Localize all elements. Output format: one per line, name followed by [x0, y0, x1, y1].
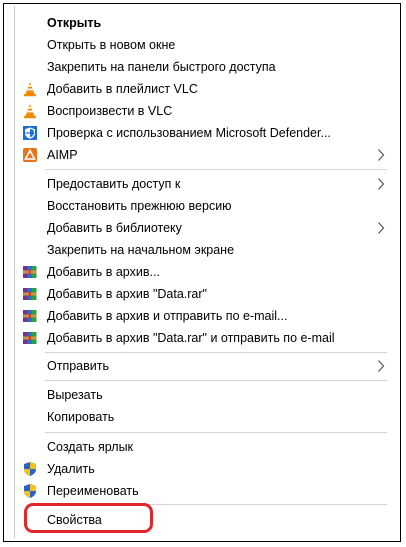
menu-item-label: Добавить в архив "Data.rar" и отправить … — [47, 331, 335, 345]
menu-item-pin-start[interactable]: Закрепить на начальном экране — [15, 239, 393, 261]
menu-item-pin-quick-access[interactable]: Закрепить на панели быстрого доступа — [15, 56, 393, 78]
context-menu: Открыть Открыть в новом окне Закрепить н… — [14, 6, 394, 538]
menu-item-rename[interactable]: Переименовать — [15, 480, 393, 502]
menu-separator — [45, 352, 387, 353]
menu-item-label: Добавить в архив и отправить по e-mail..… — [47, 309, 288, 323]
menu-item-label: Отправить — [47, 359, 109, 373]
menu-item-label: Добавить в библиотеку — [47, 221, 182, 235]
menu-item-label: Открыть — [47, 16, 102, 30]
menu-item-create-shortcut[interactable]: Создать ярлык — [15, 436, 393, 458]
menu-separator — [45, 432, 387, 433]
menu-item-label: Копировать — [47, 410, 115, 424]
winrar-books-icon — [23, 310, 37, 322]
menu-item-label: Удалить — [47, 462, 95, 476]
menu-item-add-to-library[interactable]: Добавить в библиотеку — [15, 217, 393, 239]
menu-item-label: Закрепить на начальном экране — [47, 243, 235, 257]
menu-item-add-archive-named[interactable]: Добавить в архив "Data.rar" — [15, 283, 393, 305]
chevron-right-icon — [377, 148, 385, 162]
uac-shield-icon — [24, 462, 36, 476]
menu-item-label: Добавить в архив "Data.rar" — [47, 287, 207, 301]
menu-item-label: Переименовать — [47, 484, 139, 498]
menu-item-label: Воспроизвести в VLC — [47, 104, 173, 118]
menu-item-vlc-add-playlist[interactable]: Добавить в плейлист VLC — [15, 78, 393, 100]
menu-item-label: Вырезать — [47, 388, 103, 402]
menu-item-send-to[interactable]: Отправить — [15, 355, 393, 377]
menu-item-label: AIMP — [47, 148, 78, 162]
menu-item-vlc-play[interactable]: Воспроизвести в VLC — [15, 100, 393, 122]
menu-item-label: Добавить в плейлист VLC — [47, 82, 198, 96]
menu-item-delete[interactable]: Удалить — [15, 458, 393, 480]
menu-separator — [45, 169, 387, 170]
menu-item-open-new-window[interactable]: Открыть в новом окне — [15, 34, 393, 56]
vlc-cone-icon — [24, 82, 36, 97]
menu-item-give-access[interactable]: Предоставить доступ к — [15, 173, 393, 195]
menu-item-restore-previous[interactable]: Восстановить прежнюю версию — [15, 195, 393, 217]
menu-item-add-archive[interactable]: Добавить в архив... — [15, 261, 393, 283]
menu-item-label: Восстановить прежнюю версию — [47, 199, 232, 213]
menu-item-archive-named-email[interactable]: Добавить в архив "Data.rar" и отправить … — [15, 327, 393, 349]
menu-separator — [45, 380, 387, 381]
aimp-icon — [22, 147, 38, 163]
chevron-right-icon — [377, 221, 385, 235]
menu-item-label: Проверка с использованием Microsoft Defe… — [47, 126, 331, 140]
winrar-books-icon — [23, 332, 37, 344]
uac-shield-icon — [24, 484, 36, 498]
menu-item-copy[interactable]: Копировать — [15, 406, 393, 428]
menu-item-defender-scan[interactable]: Проверка с использованием Microsoft Defe… — [15, 122, 393, 144]
winrar-books-icon — [23, 266, 37, 278]
menu-item-label: Предоставить доступ к — [47, 177, 181, 191]
menu-item-label: Добавить в архив... — [47, 265, 160, 279]
menu-item-label: Закрепить на панели быстрого доступа — [47, 60, 276, 74]
menu-item-label: Открыть в новом окне — [47, 38, 176, 52]
menu-item-cut[interactable]: Вырезать — [15, 384, 393, 406]
chevron-right-icon — [377, 359, 385, 373]
menu-item-archive-email[interactable]: Добавить в архив и отправить по e-mail..… — [15, 305, 393, 327]
chevron-right-icon — [377, 177, 385, 191]
vlc-cone-icon — [24, 104, 36, 119]
properties-highlight-outline — [24, 503, 153, 533]
defender-shield-icon — [23, 126, 37, 140]
menu-item-label: Создать ярлык — [47, 440, 134, 454]
menu-item-open[interactable]: Открыть — [15, 12, 393, 34]
menu-item-aimp[interactable]: AIMP — [15, 144, 393, 166]
winrar-books-icon — [23, 288, 37, 300]
